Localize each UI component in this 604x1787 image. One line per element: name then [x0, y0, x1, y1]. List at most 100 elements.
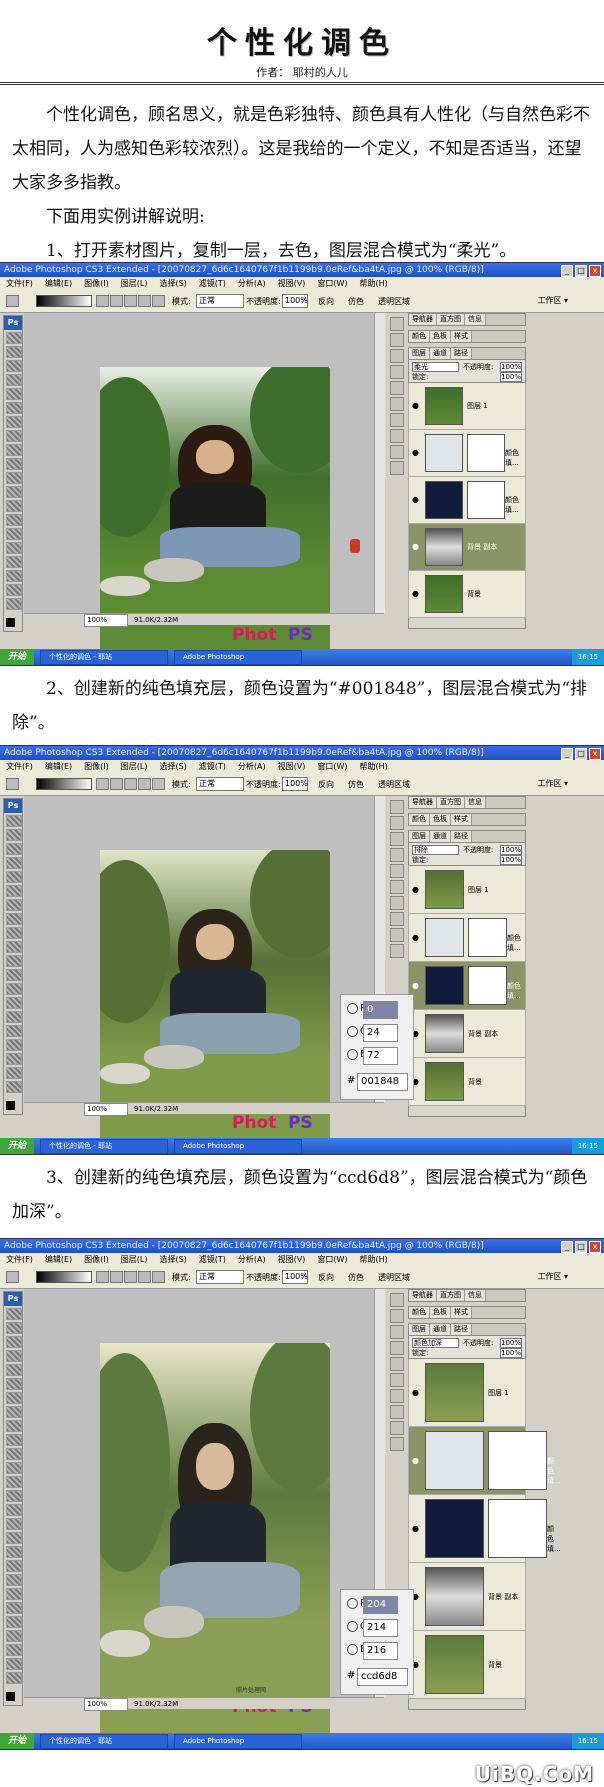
gradient-type-icon[interactable]: [138, 1271, 151, 1283]
tool-icon[interactable]: [6, 360, 22, 372]
tool-icon[interactable]: [6, 815, 22, 827]
panel-tab[interactable]: 颜色: [409, 331, 430, 342]
dock-icon[interactable]: [390, 864, 404, 878]
panel-tab[interactable]: 导航器: [409, 314, 437, 325]
dock-icon[interactable]: [390, 381, 404, 395]
gradient-type-icon[interactable]: [124, 295, 137, 307]
layer-row[interactable]: ● 背景: [408, 1631, 526, 1699]
dock-icon[interactable]: [390, 944, 404, 958]
tool-icon[interactable]: [6, 1406, 22, 1418]
reverse-checkbox[interactable]: 反向: [318, 1272, 334, 1283]
layer-row[interactable]: ● 颜色填...: [408, 477, 526, 524]
dock-icon[interactable]: [390, 832, 404, 846]
tool-icon[interactable]: [6, 1025, 22, 1037]
dock-icon[interactable]: [390, 1405, 404, 1419]
tool-icon[interactable]: [6, 1434, 22, 1446]
tool-icon[interactable]: [6, 1448, 22, 1460]
color-b-value[interactable]: 72: [363, 1047, 398, 1065]
layer-row[interactable]: ● 颜色填...: [408, 962, 526, 1010]
menu-item[interactable]: 文件(F): [6, 279, 33, 288]
eye-icon[interactable]: ●: [412, 401, 420, 410]
radio-b[interactable]: [347, 1048, 358, 1060]
menu-item[interactable]: 帮助(H): [360, 279, 388, 288]
panel-tab[interactable]: 直方图: [437, 314, 465, 325]
tool-icon[interactable]: [6, 1588, 22, 1600]
tool-icon[interactable]: [6, 1053, 22, 1065]
panel-tab[interactable]: 颜色: [409, 814, 430, 825]
tool-icon[interactable]: [6, 871, 22, 883]
fill-field[interactable]: 100%: [500, 372, 522, 382]
dock-icon[interactable]: [390, 848, 404, 862]
radio-r[interactable]: [347, 1597, 358, 1609]
menu-item[interactable]: 图像(I): [84, 1255, 109, 1264]
panel-tab[interactable]: 通道: [430, 831, 451, 842]
gradient-type-icon[interactable]: [110, 778, 123, 790]
eye-icon[interactable]: ●: [412, 933, 420, 942]
menu-item[interactable]: 图层(L): [121, 279, 148, 288]
dock-icon[interactable]: [390, 1373, 404, 1387]
tool-icon[interactable]: [6, 1504, 22, 1516]
tool-icon[interactable]: [6, 955, 22, 967]
tool-icon[interactable]: [6, 857, 22, 869]
tool-icon[interactable]: [6, 1350, 22, 1362]
radio-g[interactable]: [347, 1025, 358, 1037]
close-button[interactable]: x: [589, 748, 601, 760]
dock-icon[interactable]: [390, 461, 404, 475]
opacity-input[interactable]: 100%: [282, 777, 308, 791]
tool-icon[interactable]: [6, 542, 22, 554]
tool-icon[interactable]: [6, 486, 22, 498]
tool-icon[interactable]: [6, 1364, 22, 1376]
tool-icon[interactable]: [6, 528, 22, 540]
dock-icon[interactable]: [390, 800, 404, 814]
eye-icon[interactable]: ●: [412, 1388, 420, 1397]
tool-icon[interactable]: [6, 1532, 22, 1544]
panel-tab[interactable]: 样式: [451, 814, 472, 825]
menu-item[interactable]: 分析(A): [238, 1255, 266, 1264]
color-r-value[interactable]: 0: [363, 1001, 398, 1019]
menu-item[interactable]: 滤镜(T): [199, 1255, 226, 1264]
tool-icon[interactable]: [6, 374, 22, 386]
panel-tab[interactable]: 路径: [451, 831, 472, 842]
menu-item[interactable]: 视图(V): [278, 762, 306, 771]
dither-checkbox[interactable]: 仿色: [348, 779, 364, 790]
panel-tab[interactable]: 样式: [451, 1307, 472, 1318]
tool-icon[interactable]: [6, 430, 22, 442]
close-button[interactable]: x: [589, 265, 601, 277]
tool-icon[interactable]: [6, 829, 22, 841]
tool-icon[interactable]: [6, 941, 22, 953]
dock-icon[interactable]: [390, 1437, 404, 1451]
tool-icon[interactable]: [6, 1308, 22, 1320]
gradient-type-icon[interactable]: [152, 295, 165, 307]
tool-icon[interactable]: [6, 1560, 22, 1572]
panel-tab[interactable]: 样式: [451, 331, 472, 342]
tool-icon[interactable]: [6, 1630, 22, 1642]
gradient-type-icon[interactable]: [96, 295, 109, 307]
taskbar-item[interactable]: Adobe Photoshop: [174, 1139, 303, 1154]
panel-tab[interactable]: 路径: [451, 348, 472, 359]
layer-row[interactable]: ● 图层 1: [408, 866, 526, 914]
workspace-button[interactable]: 工作区 ▾: [537, 295, 568, 306]
eye-icon[interactable]: ●: [412, 589, 420, 598]
tool-icon[interactable]: [6, 1462, 22, 1474]
eye-icon[interactable]: ●: [412, 542, 420, 551]
gradient-type-icon[interactable]: [138, 778, 151, 790]
layer-row[interactable]: ● 颜色填...: [408, 1495, 561, 1563]
tool-icon[interactable]: [6, 1011, 22, 1023]
menu-item[interactable]: 帮助(H): [360, 1255, 388, 1264]
taskbar-item[interactable]: 个性化的调色 - 耶站: [40, 650, 169, 665]
dither-checkbox[interactable]: 仿色: [348, 1272, 364, 1283]
tool-icon[interactable]: [6, 514, 22, 526]
tool-icon[interactable]: [6, 843, 22, 855]
hex-value[interactable]: 001848: [357, 1073, 408, 1091]
tool-icon[interactable]: [6, 500, 22, 512]
transparency-checkbox[interactable]: 透明区域: [378, 779, 410, 790]
start-button[interactable]: 开始: [0, 1733, 35, 1749]
dock-icon[interactable]: [390, 912, 404, 926]
tool-icon[interactable]: [6, 1081, 22, 1093]
workspace-button[interactable]: 工作区 ▾: [537, 1271, 568, 1282]
dock-icon[interactable]: [390, 429, 404, 443]
layer-row[interactable]: ● 颜色填...: [408, 430, 526, 477]
tool-icon[interactable]: [6, 997, 22, 1009]
tool-preset-icon[interactable]: [6, 1271, 19, 1283]
maximize-button[interactable]: □: [575, 265, 587, 277]
